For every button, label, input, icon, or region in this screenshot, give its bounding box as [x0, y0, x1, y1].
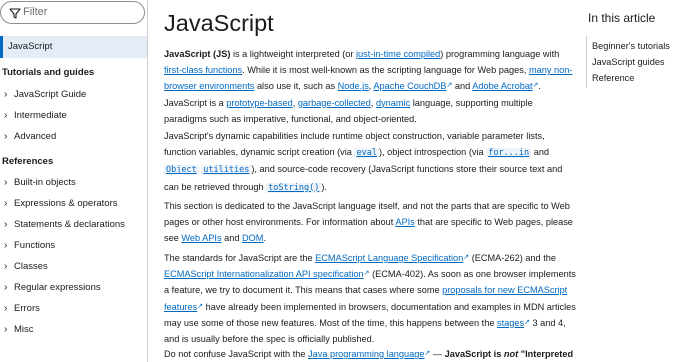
chevron-right-icon: ›: [4, 282, 8, 293]
link-prototype-based[interactable]: prototype-based: [226, 98, 292, 108]
sidebar-item-javascript[interactable]: JavaScript: [0, 36, 147, 58]
link-java[interactable]: Java programming language: [308, 349, 424, 359]
chevron-right-icon: ›: [4, 110, 8, 121]
link-dom[interactable]: DOM: [242, 233, 263, 243]
link-dynamic[interactable]: dynamic: [376, 98, 410, 108]
chevron-right-icon: ›: [4, 89, 8, 100]
filter-input[interactable]: Filter: [0, 1, 145, 24]
link-nodejs[interactable]: Node.js: [338, 81, 369, 91]
link-apache-couchdb[interactable]: Apache CouchDB: [373, 81, 446, 91]
intro-paragraph: JavaScript (JS) is a lightweight interpr…: [164, 49, 573, 124]
sidebar-item-statements-declarations[interactable]: › Statements & declarations: [4, 219, 125, 230]
sidebar-item-expressions-operators[interactable]: › Expressions & operators: [4, 198, 118, 209]
sidebar-item-label: JavaScript: [8, 41, 53, 52]
link-eval[interactable]: eval: [354, 148, 379, 159]
chevron-right-icon: ›: [4, 261, 8, 272]
chevron-right-icon: ›: [4, 240, 8, 251]
java-paragraph: Do not confuse JavaScript with the Java …: [164, 349, 574, 359]
filter-icon: [9, 8, 21, 19]
scope-paragraph: This section is dedicated to the JavaScr…: [164, 201, 573, 244]
sidebar-heading-references: References: [2, 156, 54, 167]
sidebar-item-classes[interactable]: › Classes: [4, 261, 48, 272]
filter-placeholder: Filter: [23, 6, 48, 18]
link-stages[interactable]: stages: [497, 318, 524, 328]
sidebar-item-built-in-objects[interactable]: › Built-in objects: [4, 177, 76, 188]
chevron-right-icon: ›: [4, 303, 8, 314]
link-object[interactable]: Object: [164, 165, 199, 176]
capabilities-paragraph: JavaScript's dynamic capabilities includ…: [164, 131, 563, 193]
toc-item-reference[interactable]: Reference: [592, 73, 634, 83]
link-apis[interactable]: APIs: [395, 217, 414, 227]
link-ecmascript-intl-spec[interactable]: ECMAScript Internationalization API spec…: [164, 269, 364, 279]
chevron-right-icon: ›: [4, 131, 8, 142]
standards-paragraph: The standards for JavaScript are the ECM…: [164, 253, 576, 345]
link-tostring[interactable]: toString(): [266, 182, 322, 193]
link-web-apis[interactable]: Web APIs: [181, 233, 221, 243]
sidebar-item-misc[interactable]: › Misc: [4, 324, 34, 335]
link-jit-compiled[interactable]: just-in-time compiled: [356, 49, 440, 59]
link-for-in[interactable]: for...in: [486, 148, 532, 159]
sidebar-item-intermediate[interactable]: › Intermediate: [4, 110, 67, 121]
toc-item-beginners-tutorials[interactable]: Beginner's tutorials: [592, 41, 670, 51]
sidebar-item-errors[interactable]: › Errors: [4, 303, 40, 314]
sidebar-item-javascript-guide[interactable]: › JavaScript Guide: [4, 89, 86, 100]
sidebar-heading-tutorials: Tutorials and guides: [2, 67, 95, 78]
chevron-right-icon: ›: [4, 198, 8, 209]
sidebar: Filter JavaScript Tutorials and guides ›…: [0, 0, 148, 362]
link-utilities[interactable]: utilities: [201, 165, 252, 176]
link-ecmascript-spec[interactable]: ECMAScript Language Specification: [315, 253, 463, 263]
toc-divider: [586, 36, 587, 88]
toc-item-javascript-guides[interactable]: JavaScript guides: [592, 57, 665, 67]
link-first-class-functions[interactable]: first-class functions: [164, 65, 242, 75]
chevron-right-icon: ›: [4, 177, 8, 188]
sidebar-item-regular-expressions[interactable]: › Regular expressions: [4, 282, 101, 293]
toc-title: In this article: [588, 11, 656, 25]
chevron-right-icon: ›: [4, 324, 8, 335]
link-garbage-collected[interactable]: garbage-collected: [298, 98, 371, 108]
sidebar-item-advanced[interactable]: › Advanced: [4, 131, 56, 142]
sidebar-item-functions[interactable]: › Functions: [4, 240, 55, 251]
chevron-right-icon: ›: [4, 219, 8, 230]
page-title: JavaScript: [164, 10, 274, 36]
link-adobe-acrobat[interactable]: Adobe Acrobat: [472, 81, 532, 91]
